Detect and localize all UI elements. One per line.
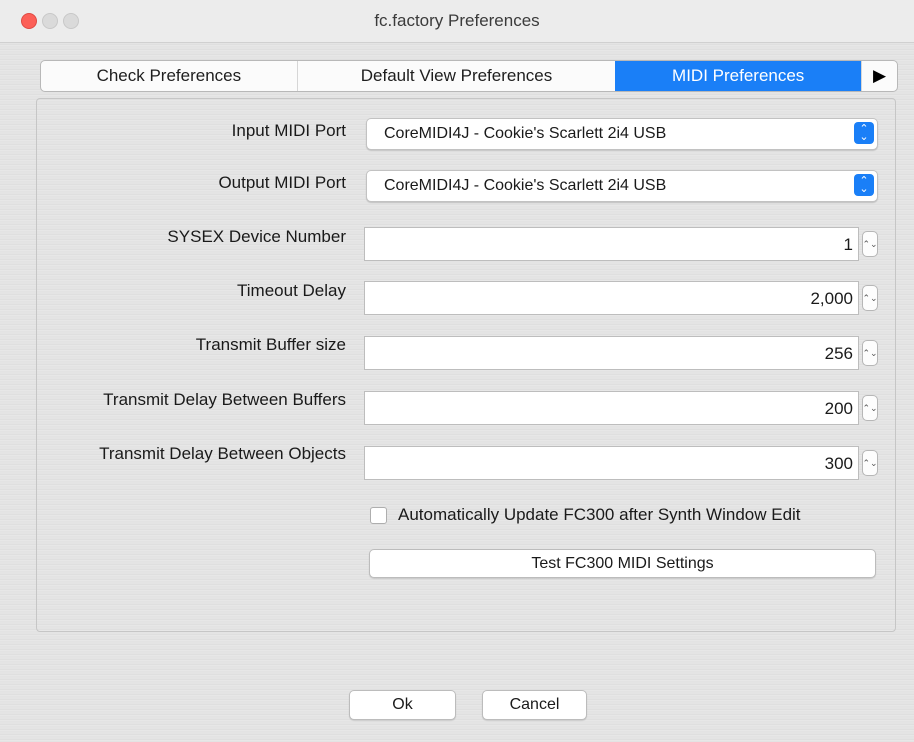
transmit-buffer-size-value: 256: [824, 344, 853, 363]
timeout-delay-field[interactable]: 2,000: [364, 281, 859, 315]
preferences-window: fc.factory Preferences Check Preferences…: [0, 0, 914, 742]
output-midi-port-value: CoreMIDI4J - Cookie's Scarlett 2i4 USB: [384, 177, 667, 194]
chevron-updown-icon: ⌃ ⌄: [854, 122, 874, 144]
transmit-delay-buffers-label: Transmit Delay Between Buffers: [103, 390, 346, 409]
transmit-delay-objects-field[interactable]: 300: [364, 446, 859, 480]
ok-button[interactable]: Ok: [349, 690, 456, 720]
test-fc300-midi-settings-button[interactable]: Test FC300 MIDI Settings: [369, 549, 876, 578]
auto-update-checkbox[interactable]: [370, 507, 387, 524]
window-title: fc.factory Preferences: [374, 11, 540, 30]
sysex-device-number-stepper[interactable]: ⌃⌄: [862, 231, 878, 257]
transmit-buffer-size-field[interactable]: 256: [364, 336, 859, 370]
input-midi-port-select[interactable]: CoreMIDI4J - Cookie's Scarlett 2i4 USB ⌃…: [366, 118, 878, 150]
output-midi-port-label: Output MIDI Port: [218, 173, 346, 192]
transmit-buffer-size-stepper[interactable]: ⌃⌄: [862, 340, 878, 366]
sysex-device-number-field[interactable]: 1: [364, 227, 859, 261]
tab-bar: Check Preferences Default View Preferenc…: [40, 60, 898, 92]
cancel-button[interactable]: Cancel: [482, 690, 587, 720]
timeout-delay-stepper[interactable]: ⌃⌄: [862, 285, 878, 311]
transmit-delay-objects-stepper[interactable]: ⌃⌄: [862, 450, 878, 476]
title-bar: fc.factory Preferences: [0, 0, 914, 43]
transmit-delay-buffers-field[interactable]: 200: [364, 391, 859, 425]
input-midi-port-label: Input MIDI Port: [231, 121, 346, 140]
transmit-buffer-size-label: Transmit Buffer size: [195, 335, 346, 354]
timeout-delay-label: Timeout Delay: [237, 281, 346, 300]
sysex-device-number-value: 1: [843, 235, 853, 254]
auto-update-checkbox-label[interactable]: Automatically Update FC300 after Synth W…: [398, 505, 801, 525]
transmit-delay-objects-label: Transmit Delay Between Objects: [99, 444, 346, 463]
timeout-delay-value: 2,000: [810, 289, 853, 308]
tab-check-preferences[interactable]: Check Preferences: [41, 61, 297, 91]
output-midi-port-select[interactable]: CoreMIDI4J - Cookie's Scarlett 2i4 USB ⌃…: [366, 170, 878, 202]
tab-default-view-preferences[interactable]: Default View Preferences: [296, 61, 616, 91]
input-midi-port-value: CoreMIDI4J - Cookie's Scarlett 2i4 USB: [384, 125, 667, 142]
chevron-updown-icon: ⌃ ⌄: [854, 174, 874, 196]
sysex-device-number-label: SYSEX Device Number: [167, 227, 346, 246]
transmit-delay-buffers-stepper[interactable]: ⌃⌄: [862, 395, 878, 421]
transmit-delay-buffers-value: 200: [824, 399, 853, 418]
tab-midi-preferences[interactable]: MIDI Preferences: [615, 61, 862, 91]
transmit-delay-objects-value: 300: [824, 454, 853, 473]
tab-scroll-right-icon[interactable]: ▶: [861, 61, 897, 91]
